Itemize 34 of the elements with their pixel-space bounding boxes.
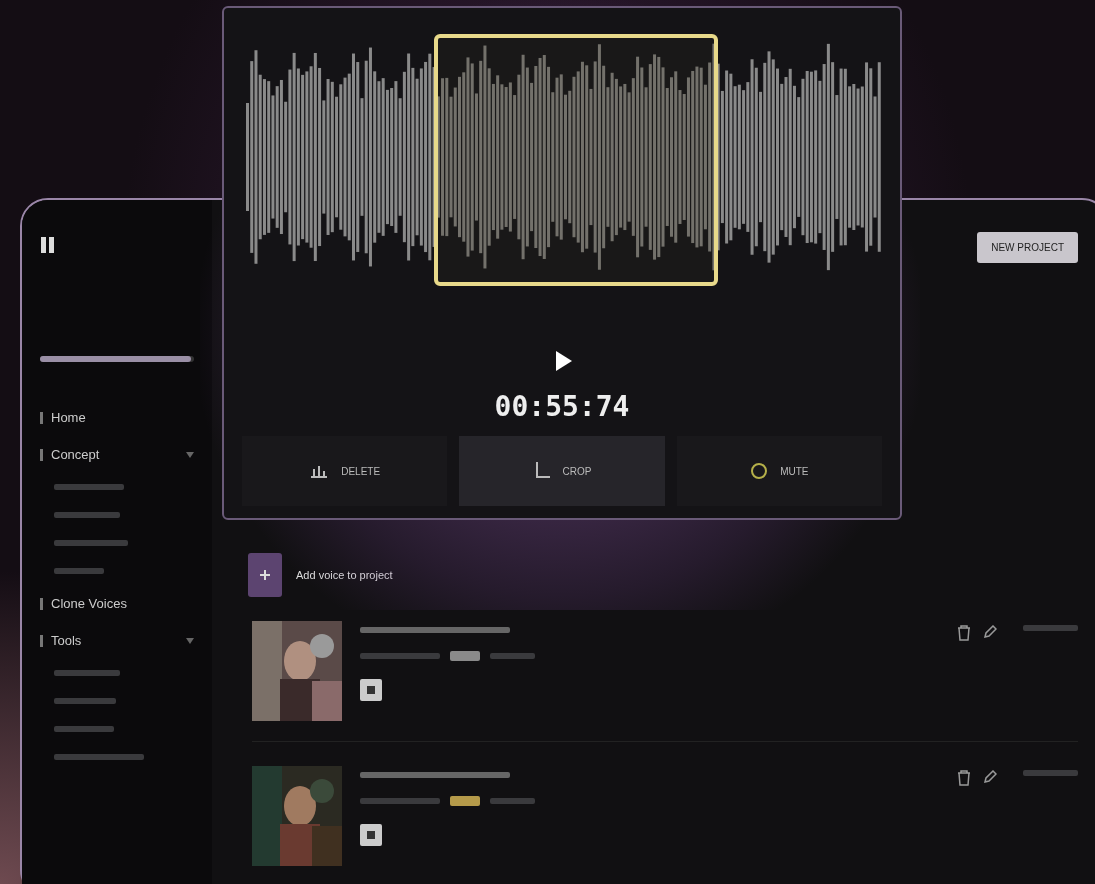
logo-icon <box>40 236 56 254</box>
blurred-meta <box>490 798 535 804</box>
blurred-action <box>1023 625 1078 631</box>
blurred-sub-item <box>54 484 124 490</box>
blurred-sub-item <box>54 670 120 676</box>
selection-handle[interactable] <box>434 34 718 286</box>
trash-icon[interactable] <box>957 770 971 786</box>
add-icon[interactable] <box>248 553 282 597</box>
pencil-icon[interactable] <box>983 625 997 639</box>
blurred-sub-item <box>54 726 114 732</box>
trash-icon[interactable] <box>957 625 971 641</box>
blurred-sub-item <box>54 568 104 574</box>
stop-icon[interactable] <box>360 824 382 846</box>
blurred-sub-item <box>54 698 116 704</box>
crop-button[interactable]: CROP <box>459 436 665 506</box>
nav-item[interactable]: Clone Voices <box>40 596 194 611</box>
pencil-icon[interactable] <box>983 770 997 784</box>
blurred-action <box>1023 770 1078 776</box>
mute-button[interactable]: MUTE <box>676 436 882 506</box>
add-voice-link[interactable]: Add voice to project <box>296 569 393 581</box>
blurred-meta <box>490 653 535 659</box>
play-icon[interactable] <box>555 350 573 372</box>
chevron-icon[interactable] <box>186 637 194 644</box>
delete-button[interactable]: DELETE <box>242 436 448 506</box>
nav-item[interactable]: Tools <box>40 633 194 648</box>
nav-item[interactable]: Concept <box>40 447 194 462</box>
stop-icon[interactable] <box>360 679 382 701</box>
nav-item[interactable]: Home <box>40 410 194 425</box>
chevron-icon[interactable] <box>186 451 194 458</box>
playback-timer: 00:55:74 <box>493 390 631 423</box>
bars-icon <box>309 463 330 479</box>
circle-icon <box>750 462 769 480</box>
new-project-button[interactable]: NEW PROJECT <box>977 232 1078 263</box>
blurred-sub-item <box>54 512 120 518</box>
